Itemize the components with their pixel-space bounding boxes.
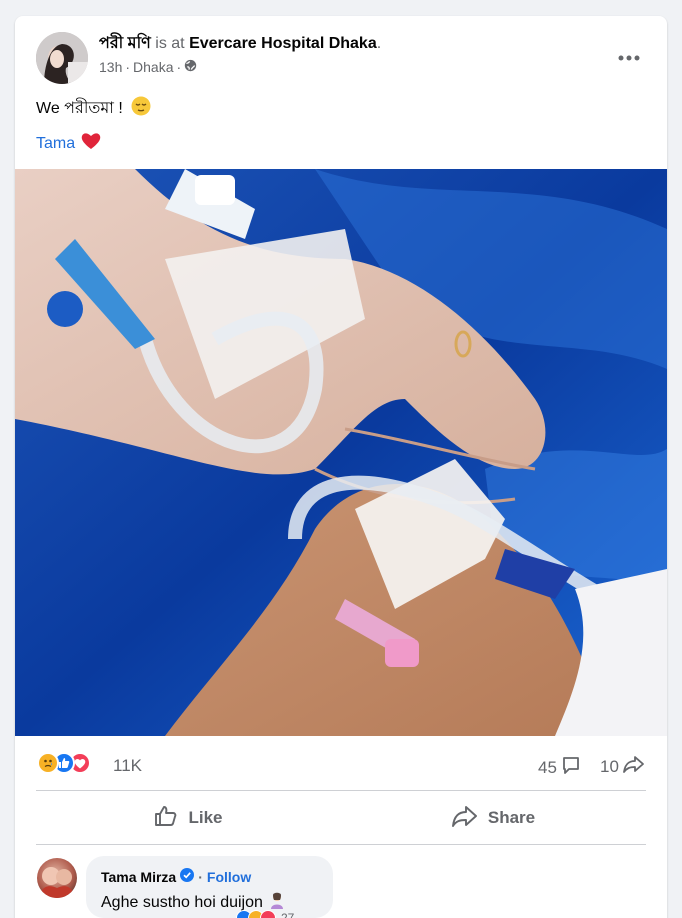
post-text: We পরীতমা ! [36, 96, 151, 122]
verified-badge-icon [180, 868, 195, 885]
post-text-body: We পরীতমা ! [36, 100, 123, 117]
share-icon [451, 805, 478, 832]
divider [36, 844, 646, 845]
follow-button[interactable]: Follow [207, 869, 251, 885]
share-count-value: 10 [600, 756, 619, 776]
place-link[interactable]: Evercare Hospital Dhaka [189, 35, 377, 52]
comment-reaction-count: 27 [281, 911, 295, 918]
like-button[interactable]: Like [36, 792, 341, 844]
reactions-bar: 11K 45 10 [15, 736, 667, 790]
divider [36, 790, 646, 791]
commenter-name[interactable]: Tama Mirza [101, 869, 176, 885]
author-line: পরী মণি is at Evercare Hospital Dhaka. [99, 33, 381, 55]
thumbs-up-icon [154, 805, 178, 832]
author-name[interactable]: পরী মণি [99, 35, 151, 52]
meta-separator: · [176, 59, 182, 75]
post-header: পরী মণি is at Evercare Hospital Dhaka. 1… [15, 16, 667, 96]
share-button[interactable]: Share [341, 792, 646, 844]
comment-bubble: Tama Mirza · Follow Aghe sustho hoi duij… [86, 856, 333, 918]
place-suffix: . [376, 35, 382, 52]
reaction-icons[interactable] [37, 752, 109, 776]
is-at-text: is at [155, 35, 185, 52]
post-location: Dhaka [133, 59, 174, 75]
like-label: Like [188, 808, 223, 827]
post-meta: 13h · Dhaka · [99, 59, 197, 75]
more-options-icon[interactable] [611, 40, 647, 76]
author-avatar[interactable] [36, 32, 88, 84]
commenter-avatar[interactable] [37, 858, 77, 898]
sad-reaction-icon [37, 752, 59, 774]
post-photo[interactable] [15, 169, 667, 736]
globe-icon[interactable] [184, 59, 197, 75]
comment-count[interactable]: 45 [538, 755, 581, 780]
share-label: Share [487, 808, 536, 827]
reaction-count[interactable]: 11K [113, 756, 142, 776]
post-time[interactable]: 13h [99, 59, 122, 75]
comment-count-value: 45 [538, 757, 557, 777]
comment-reactions[interactable]: 27 [236, 909, 294, 918]
comment-dot: · [198, 868, 203, 885]
red-heart-icon [81, 132, 101, 155]
relieved-emoji-icon [131, 96, 151, 122]
tagged-user-link[interactable]: Tama [36, 135, 75, 153]
post-card: পরী মণি is at Evercare Hospital Dhaka. 1… [15, 16, 667, 918]
love-reaction-icon [260, 910, 276, 918]
share-count[interactable]: 10 [600, 755, 645, 778]
tag-line: Tama [36, 132, 101, 155]
comment-header: Tama Mirza · Follow [101, 868, 251, 885]
comment-icon [561, 755, 581, 780]
meta-separator: · [125, 59, 131, 75]
share-arrow-icon [623, 755, 645, 778]
